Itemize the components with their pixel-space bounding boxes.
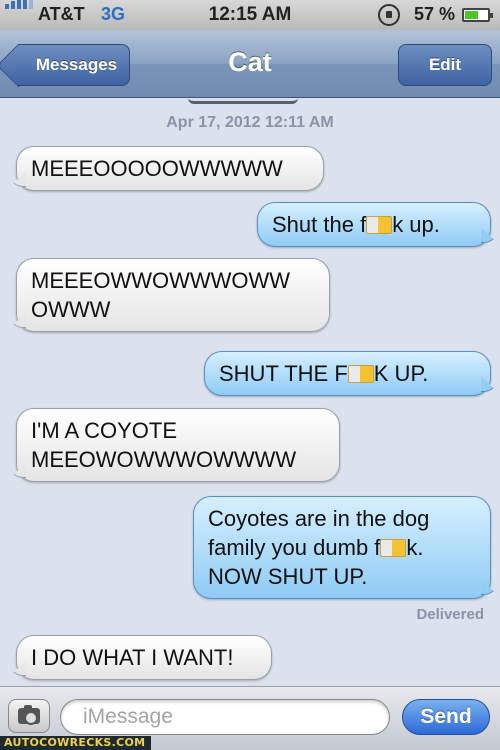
imessage-input[interactable]: iMessage	[60, 699, 390, 735]
conversation-timestamp: Apr 17, 2012 12:11 AM	[166, 114, 334, 131]
battery-icon	[462, 8, 493, 22]
message-bubble-incoming[interactable]: MEEEOOOOOWWWWW	[16, 146, 324, 191]
nav-bar: Messages Cat Edit	[0, 30, 500, 98]
previous-message-edge	[188, 98, 298, 104]
message-bubble-incoming[interactable]: MEEEOWWOWWWOWW OWWW	[16, 258, 330, 332]
message-text: Shut the f	[272, 212, 367, 237]
message-text: I DO WHAT I WANT!	[31, 645, 234, 670]
message-bubble-outgoing[interactable]: Coyotes are in the dog family you dumb f…	[193, 496, 491, 599]
camera-button[interactable]	[8, 699, 50, 733]
message-text: I'M A COYOTE MEEOWOWWWOWWWW	[31, 418, 297, 472]
censored-emoji-icon	[380, 539, 407, 557]
message-bubble-incoming[interactable]: I DO WHAT I WANT!	[16, 635, 272, 680]
message-text: k up.	[392, 212, 440, 237]
delivered-status: Delivered	[416, 606, 484, 623]
edit-button[interactable]: Edit	[398, 44, 492, 86]
back-messages-button[interactable]: Messages	[18, 44, 130, 86]
message-bubble-outgoing[interactable]: Shut the f k up.	[257, 202, 491, 247]
rotation-lock-icon	[378, 4, 400, 26]
battery-level	[465, 11, 478, 19]
conversation-title: Cat	[228, 47, 272, 77]
site-watermark: AUTOCOWRECKS.COM	[0, 736, 152, 750]
camera-icon	[18, 705, 40, 725]
censored-emoji-icon	[347, 365, 374, 383]
message-bubble-incoming[interactable]: I'M A COYOTE MEEOWOWWWOWWWW	[16, 408, 340, 482]
message-text: K UP.	[373, 361, 429, 386]
message-text: SHUT THE F	[219, 361, 348, 386]
censored-emoji-icon	[366, 216, 393, 234]
status-bar: AT&T 3G 12:15 AM 57 %	[0, 0, 500, 30]
message-text: MEEEOWWOWWWOWW OWWW	[31, 268, 291, 322]
send-button[interactable]: Send	[402, 699, 490, 735]
message-text: MEEEOOOOOWWWWW	[31, 156, 283, 181]
message-thread[interactable]: Apr 17, 2012 12:11 AM MEEEOOOOOWWWWW Shu…	[0, 98, 500, 686]
battery-percent: 57 %	[414, 4, 456, 24]
message-bubble-outgoing[interactable]: SHUT THE F K UP.	[204, 351, 491, 396]
